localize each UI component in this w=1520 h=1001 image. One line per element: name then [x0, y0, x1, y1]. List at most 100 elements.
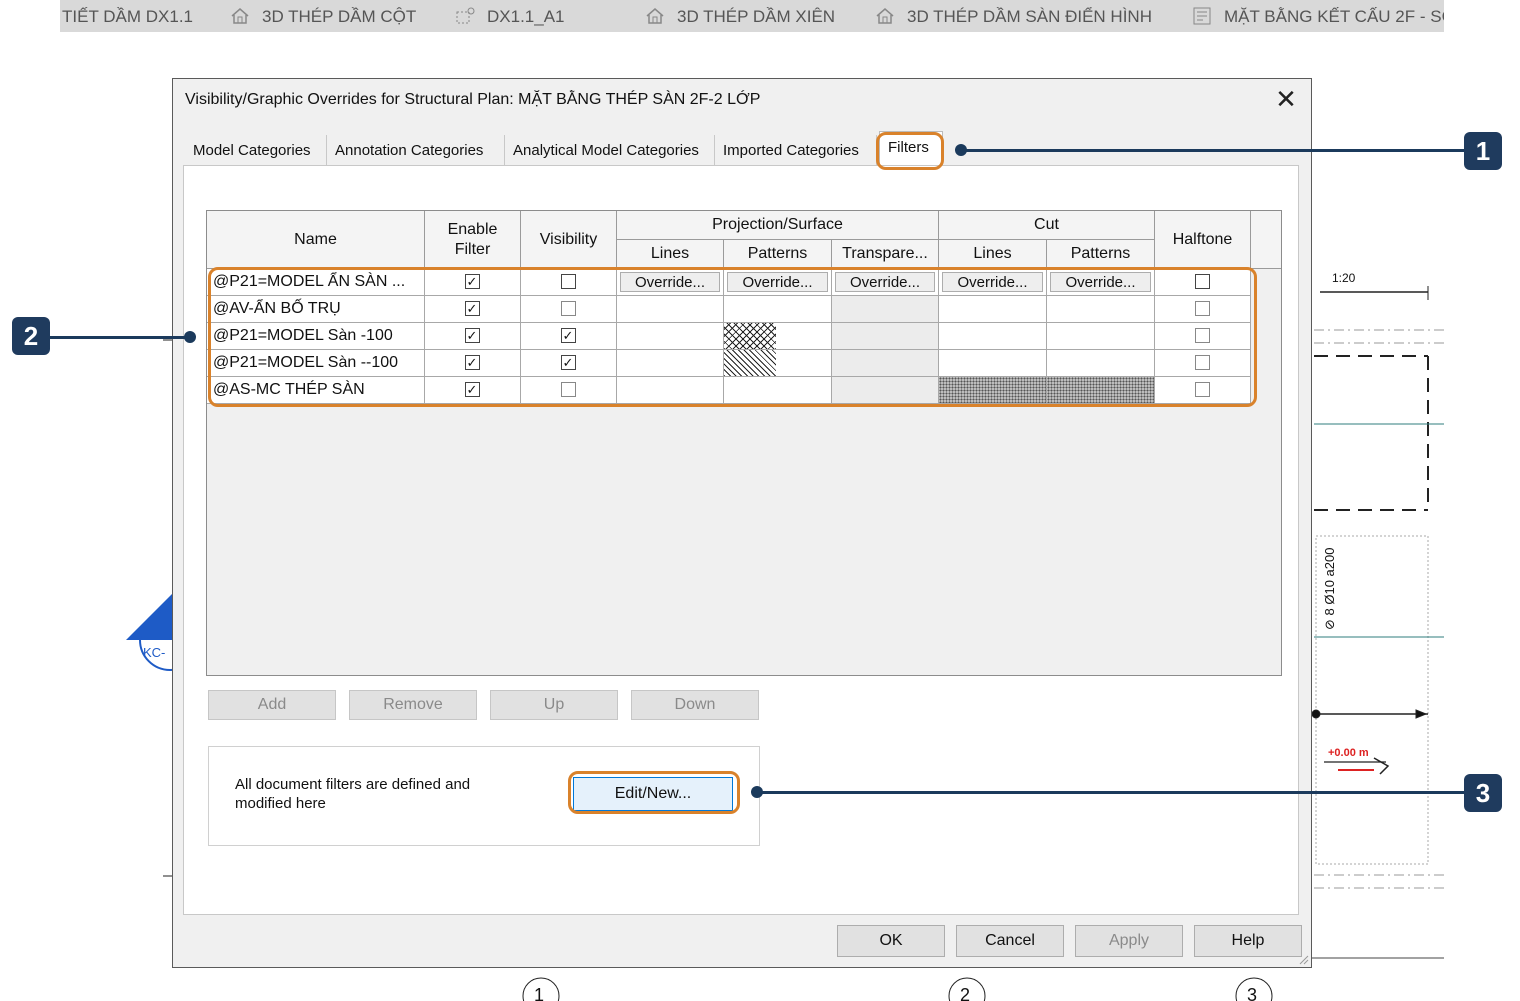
checkbox-enable-4[interactable]: ✓	[464, 382, 480, 397]
checkbox-visibility-0[interactable]	[560, 274, 576, 289]
grid-bubble-3: 3	[1247, 985, 1257, 1001]
checkbox-halftone-3[interactable]	[1194, 355, 1210, 370]
row-1-proj-lines[interactable]	[617, 296, 724, 323]
checkbox-halftone-0[interactable]	[1194, 274, 1210, 289]
checkbox-visibility-3[interactable]: ✓	[560, 355, 576, 370]
row-3-cut-lines[interactable]	[939, 350, 1047, 377]
row-3-halftone[interactable]	[1155, 350, 1251, 377]
row-1-name[interactable]: @AV-ẨN BỐ TRỤ	[207, 296, 425, 323]
row-2-visibility[interactable]: ✓	[521, 323, 617, 350]
row-4-name[interactable]: @AS-MC THÉP SÀN	[207, 377, 425, 404]
col-header-projection-surface: Projection/Surface	[617, 211, 939, 240]
checkbox-halftone-2[interactable]	[1194, 328, 1210, 343]
override-cut-patterns-button[interactable]: Override...	[1050, 272, 1151, 292]
row-4-halftone[interactable]	[1155, 377, 1251, 404]
tab-analytical-model-categories[interactable]: Analytical Model Categories	[505, 135, 715, 165]
row-4-cut-lines[interactable]	[939, 377, 1047, 404]
row-2-proj-patterns[interactable]	[724, 323, 832, 350]
row-3-cut-patterns[interactable]	[1047, 350, 1155, 377]
up-button[interactable]: Up	[490, 690, 618, 720]
view-tab-3d-thep-dam-xien[interactable]: 3D THÉP DẦM XIÊN	[645, 0, 835, 32]
checkbox-visibility-2[interactable]: ✓	[560, 328, 576, 343]
add-button[interactable]: Add	[208, 690, 336, 720]
override-proj-lines-button[interactable]: Override...	[620, 272, 720, 292]
edit-new-button[interactable]: Edit/New...	[573, 777, 733, 811]
row-0-proj-lines[interactable]: Override...	[617, 269, 724, 296]
view-tab-3d-thep-dam-cot[interactable]: 3D THÉP DẦM CỘT	[230, 0, 416, 32]
col-header-halftone[interactable]: Halftone	[1155, 211, 1251, 269]
grid-bubbles	[522, 977, 1273, 1001]
row-0-cut-lines[interactable]: Override...	[939, 269, 1047, 296]
down-button[interactable]: Down	[631, 690, 759, 720]
row-0-proj-patterns[interactable]: Override...	[724, 269, 832, 296]
checkbox-enable-3[interactable]: ✓	[464, 355, 480, 370]
apply-button[interactable]: Apply	[1075, 925, 1183, 957]
row-2-cut-lines[interactable]	[939, 323, 1047, 350]
checkbox-enable-2[interactable]: ✓	[464, 328, 480, 343]
row-4-proj-transparency[interactable]	[832, 377, 939, 404]
row-1-proj-transparency[interactable]	[832, 296, 939, 323]
override-proj-patterns-button[interactable]: Override...	[727, 272, 828, 292]
checkbox-halftone-1[interactable]	[1194, 301, 1210, 316]
row-1-proj-patterns[interactable]	[724, 296, 832, 323]
view-tab-dx11-a1[interactable]: DX1.1_A1	[455, 0, 565, 32]
tab-annotation-categories[interactable]: Annotation Categories	[327, 135, 505, 165]
col-header-name[interactable]: Name	[207, 211, 425, 269]
row-2-proj-lines[interactable]	[617, 323, 724, 350]
remove-button[interactable]: Remove	[349, 690, 477, 720]
row-4-cut-patterns[interactable]	[1047, 377, 1155, 404]
row-2-halftone[interactable]	[1155, 323, 1251, 350]
row-3-enable[interactable]: ✓	[425, 350, 521, 377]
row-2-proj-transparency[interactable]	[832, 323, 939, 350]
row-4-proj-lines[interactable]	[617, 377, 724, 404]
view-tab-tiet-dam[interactable]: TIẾT DẦM DX1.1	[62, 0, 193, 32]
row-1-enable[interactable]: ✓	[425, 296, 521, 323]
resize-grip-icon[interactable]	[1297, 953, 1309, 965]
row-1-halftone[interactable]	[1155, 296, 1251, 323]
row-1-cut-lines[interactable]	[939, 296, 1047, 323]
row-0-cut-patterns[interactable]: Override...	[1047, 269, 1155, 296]
row-1-cut-patterns[interactable]	[1047, 296, 1155, 323]
col-header-visibility[interactable]: Visibility	[521, 211, 617, 269]
checkbox-halftone-4[interactable]	[1194, 382, 1210, 397]
row-3-name[interactable]: @P21=MODEL Sàn --100	[207, 350, 425, 377]
row-0-visibility[interactable]	[521, 269, 617, 296]
close-icon[interactable]: ✕	[1273, 86, 1299, 113]
tab-imported-categories[interactable]: Imported Categories	[715, 135, 877, 165]
tab-filters[interactable]: Filters	[879, 131, 943, 165]
checkbox-visibility-1[interactable]	[560, 301, 576, 316]
help-button[interactable]: Help	[1194, 925, 1302, 957]
override-cut-lines-button[interactable]: Override...	[942, 272, 1043, 292]
row-1-visibility[interactable]	[521, 296, 617, 323]
crosshatch-pattern-swatch	[724, 323, 776, 349]
row-2-enable[interactable]: ✓	[425, 323, 521, 350]
tab-model-categories[interactable]: Model Categories	[185, 135, 327, 165]
row-4-enable[interactable]: ✓	[425, 377, 521, 404]
row-3-visibility[interactable]: ✓	[521, 350, 617, 377]
row-0-name[interactable]: @P21=MODEL ẨN SÀN ...	[207, 269, 425, 296]
dialog-title: Visibility/Graphic Overrides for Structu…	[185, 91, 761, 108]
ok-button[interactable]: OK	[837, 925, 945, 957]
view-tab-label: 3D THÉP DẦM SÀN ĐIỂN HÌNH	[907, 7, 1152, 26]
view-tab-mat-bang-ket-cau[interactable]: MẶT BẰNG KẾT CẤU 2F - SC	[1192, 0, 1444, 32]
row-0-proj-transparency[interactable]: Override...	[832, 269, 939, 296]
checkbox-visibility-4[interactable]	[560, 382, 576, 397]
row-4-visibility[interactable]	[521, 377, 617, 404]
row-4-proj-patterns[interactable]	[724, 377, 832, 404]
row-0-enable[interactable]: ✓	[425, 269, 521, 296]
override-transparency-button[interactable]: Override...	[835, 272, 935, 292]
view-tab-3d-thep-dam-san[interactable]: 3D THÉP DẦM SÀN ĐIỂN HÌNH	[875, 0, 1152, 32]
row-2-cut-patterns[interactable]	[1047, 323, 1155, 350]
checkbox-enable-0[interactable]: ✓	[464, 274, 480, 289]
row-3-proj-patterns[interactable]	[724, 350, 832, 377]
callout-badge-3: 3	[1464, 774, 1502, 812]
col-header-enable-filter[interactable]: Enable Filter	[425, 211, 521, 269]
row-2-name[interactable]: @P21=MODEL Sàn -100	[207, 323, 425, 350]
row-0-halftone[interactable]	[1155, 269, 1251, 296]
row-3-proj-transparency[interactable]	[832, 350, 939, 377]
checkbox-enable-1[interactable]: ✓	[464, 301, 480, 316]
row-3-proj-lines[interactable]	[617, 350, 724, 377]
cancel-button[interactable]: Cancel	[956, 925, 1064, 957]
house-3d-icon	[231, 8, 249, 24]
level-label: +0.00 m	[1328, 747, 1369, 759]
